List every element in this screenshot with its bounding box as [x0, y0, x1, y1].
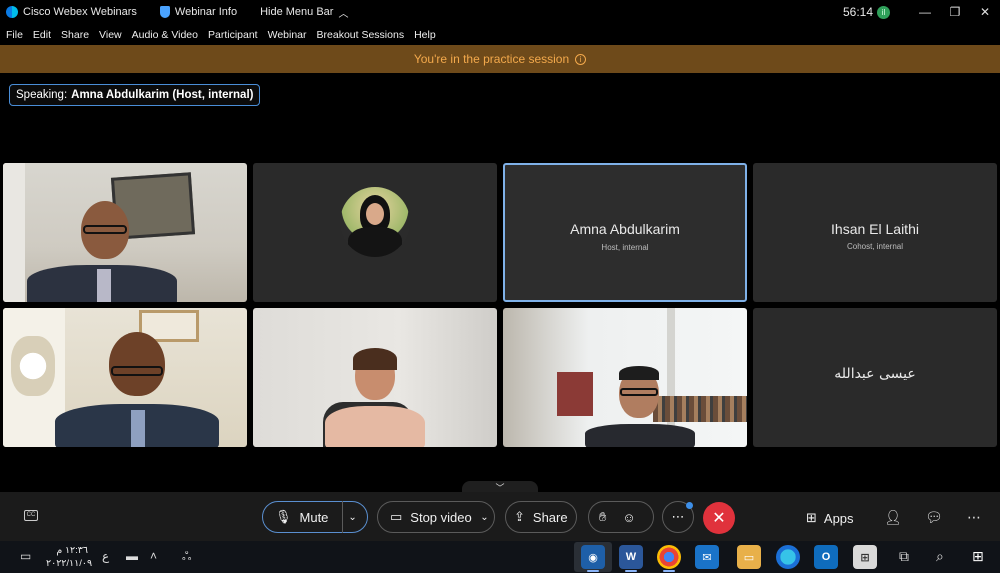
windows-start-icon[interactable]: ⊞ [972, 548, 984, 565]
tile-eisa-abdullah[interactable]: عيسى عبدالله [753, 308, 997, 447]
shield-icon [159, 6, 170, 18]
share-label: Share [532, 509, 568, 525]
hide-menu-label: Hide Menu Bar [260, 6, 334, 18]
practice-session-banner: You're in the practice session i [0, 45, 1000, 73]
close-icon: ✕ [712, 510, 726, 527]
share-button[interactable]: ⇪ Share [505, 501, 577, 533]
video-tile-6[interactable] [253, 308, 497, 447]
notifications-icon[interactable]: ▭ [20, 549, 31, 563]
video-tile-7[interactable] [503, 308, 747, 447]
webinar-info-button[interactable]: Webinar Info [159, 6, 238, 18]
word-taskbar-icon[interactable]: W [619, 545, 643, 572]
menu-audio-video[interactable]: Audio & Video [132, 29, 198, 41]
title-bar: Cisco Webex Webinars Webinar Info Hide M… [0, 0, 1000, 24]
participant-avatar[interactable] [340, 187, 410, 257]
mute-button[interactable]: Mute [300, 510, 342, 525]
share-icon: ⇪ [514, 509, 525, 524]
raise-hand-icon[interactable]: ✋︎ [599, 509, 606, 525]
more-panels-icon[interactable]: ⋯ [967, 509, 981, 526]
menu-participant[interactable]: Participant [208, 29, 258, 41]
glasses [83, 225, 127, 234]
participant-role: Host, internal [601, 243, 649, 252]
chevron-up-icon[interactable]: ˄ [150, 549, 157, 563]
tie [131, 410, 145, 447]
speaking-prefix: Speaking: [16, 89, 68, 101]
menu-bar: File Edit Share View Audio & Video Parti… [0, 26, 446, 44]
more-icon: ⋯ [671, 509, 685, 524]
menu-help[interactable]: Help [414, 29, 436, 41]
apps-icon: ⊞ [806, 510, 817, 525]
bookshelf [653, 396, 747, 422]
reactions-group: ✋︎ ☺︎ [588, 501, 654, 533]
webex-logo-icon [6, 6, 18, 18]
banner-text: You're in the practice session [413, 52, 570, 66]
notification-dot [686, 502, 693, 509]
close-window-button[interactable]: ✕ [970, 0, 1000, 24]
tie [97, 269, 111, 302]
leave-meeting-button[interactable]: ✕ [703, 502, 735, 534]
store-taskbar-icon[interactable]: ⊞ [853, 545, 877, 569]
webex-taskbar-icon[interactable]: ◉ [581, 545, 605, 572]
menu-view[interactable]: View [99, 29, 122, 41]
active-speaker-label: Speaking: Amna Abdulkarim (Host, interna… [9, 84, 261, 106]
video-options-dropdown[interactable]: ⌄ [475, 512, 494, 523]
chat-icon[interactable]: 💬︎ [925, 509, 943, 526]
minimize-button[interactable]: — [910, 0, 940, 24]
participant-name: عيسى عبدالله [834, 366, 916, 382]
mute-control: 🎙︎ Mute ⌄ [262, 501, 368, 533]
participant-role: Cohost, internal [846, 242, 904, 251]
language-indicator[interactable]: ع [102, 549, 109, 563]
recording-status-icon[interactable]: il [877, 5, 890, 19]
app-title[interactable]: Cisco Webex Webinars [6, 6, 137, 18]
apps-button[interactable]: ⊞ Apps [806, 510, 854, 526]
chevron-up-icon: ︿ [338, 8, 349, 20]
webinar-info-label: Webinar Info [174, 6, 238, 18]
audio-options-dropdown[interactable]: ⌄ [343, 512, 363, 523]
meeting-timer: 56:14 [842, 5, 873, 19]
speaker-name: Amna Abdulkarim (Host, internal) [71, 89, 254, 101]
menu-webinar[interactable]: Webinar [268, 29, 307, 41]
task-view-icon[interactable]: ⧉ [899, 548, 909, 565]
search-icon[interactable]: ⌕ [936, 548, 944, 565]
tile-ihsan-el-laithi[interactable]: Ihsan El Laithi Cohost, internal [753, 163, 997, 302]
stop-video-button[interactable]: Stop video [410, 510, 475, 525]
hide-menu-bar-button[interactable]: Hide Menu Bar ︿ [260, 5, 348, 20]
menu-file[interactable]: File [6, 29, 23, 41]
menu-share[interactable]: Share [61, 29, 89, 41]
chrome-taskbar-icon[interactable] [657, 545, 681, 572]
menu-edit[interactable]: Edit [33, 29, 51, 41]
webex-window: Cisco Webex Webinars Webinar Info Hide M… [0, 0, 1000, 573]
closed-captions-button[interactable]: CC [24, 510, 38, 521]
video-tile-5[interactable] [3, 308, 247, 447]
reactions-icon[interactable]: ☺︎ [622, 510, 635, 525]
edge-taskbar-icon[interactable] [776, 545, 800, 569]
clock-date: ٢٠٢٢/١١/٠٩ [46, 558, 93, 569]
glasses [620, 388, 658, 396]
flower-decor [11, 336, 55, 396]
red-poster [557, 372, 593, 416]
video-tile-1[interactable] [3, 163, 247, 302]
participant-name: Amna Abdulkarim [570, 221, 680, 237]
door-frame [3, 163, 25, 302]
file-explorer-icon[interactable]: ▭ [737, 545, 761, 569]
people-icon[interactable]: ஃ [182, 549, 191, 565]
participants-icon[interactable]: 👤︎ [884, 509, 902, 526]
glasses [111, 366, 163, 376]
clock-time: ١٢:٣٦ م [56, 545, 88, 556]
camera-icon[interactable]: ▭ [390, 509, 402, 525]
microphone-icon[interactable]: 🎙︎ [275, 509, 292, 525]
app-name: Cisco Webex Webinars [23, 6, 137, 18]
avatar-tile[interactable] [253, 163, 497, 302]
participant-name: Ihsan El Laithi [831, 221, 919, 237]
menu-breakout-sessions[interactable]: Breakout Sessions [317, 29, 405, 41]
apps-label: Apps [823, 510, 854, 526]
mail-taskbar-icon[interactable]: ✉ [695, 545, 719, 569]
outlook-taskbar-icon[interactable]: O [814, 545, 838, 569]
taskbar-clock[interactable]: ١٢:٣٦ م ٢٠٢٢/١١/٠٩ [46, 544, 93, 570]
restore-button[interactable]: ❐ [940, 0, 970, 24]
tile-amna-abdulkarim[interactable]: Amna Abdulkarim Host, internal [503, 163, 747, 302]
battery-icon[interactable]: ▬ [126, 549, 138, 563]
info-icon[interactable]: i [575, 53, 587, 65]
video-control: ▭ Stop video ⌄ [377, 501, 495, 533]
